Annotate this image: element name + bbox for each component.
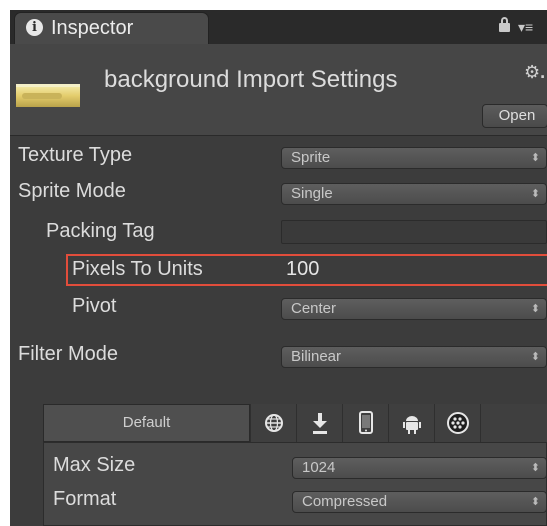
max-size-value: 1024: [302, 459, 336, 476]
max-size-label: Max Size: [53, 454, 136, 476]
tab-platform-blackberry[interactable]: [434, 404, 480, 442]
import-settings-header: background Import Settings ⚙. Open: [10, 44, 547, 136]
lock-icon[interactable]: [499, 17, 510, 33]
tab-inspector[interactable]: i Inspector: [14, 12, 209, 44]
tab-platform-android[interactable]: [388, 404, 434, 442]
packing-tag-field[interactable]: [281, 220, 547, 244]
packing-tag-label: Packing Tag: [46, 220, 155, 242]
tab-title: Inspector: [51, 17, 134, 39]
info-icon: i: [26, 19, 43, 36]
dropdown-arrows-icon: ⬍: [530, 351, 540, 363]
page-title: background Import Settings: [104, 66, 398, 93]
format-dropdown[interactable]: Compressed ⬍: [292, 491, 547, 513]
dropdown-arrows-icon: ⬍: [530, 496, 540, 508]
format-value: Compressed: [302, 493, 388, 510]
max-size-dropdown[interactable]: 1024 ⬍: [292, 457, 547, 479]
texture-type-label: Texture Type: [18, 144, 133, 166]
pivot-label: Pivot: [72, 295, 117, 317]
sprite-mode-label: Sprite Mode: [18, 180, 126, 202]
pixels-to-units-field[interactable]: 100: [286, 258, 319, 281]
pivot-value: Center: [291, 300, 337, 317]
texture-thumbnail: [16, 84, 80, 107]
filter-mode-label: Filter Mode: [18, 343, 119, 365]
android-icon: [403, 416, 421, 434]
gear-icon[interactable]: ⚙.: [524, 62, 545, 83]
dropdown-arrows-icon: ⬍: [530, 152, 540, 164]
sprite-mode-dropdown[interactable]: Single ⬍: [281, 183, 547, 205]
texture-type-dropdown[interactable]: Sprite ⬍: [281, 147, 547, 169]
tab-platform-web[interactable]: [250, 404, 296, 442]
pivot-dropdown[interactable]: Center ⬍: [281, 298, 547, 320]
tab-menu-icon[interactable]: ▾≡: [518, 19, 533, 36]
dropdown-arrows-icon: ⬍: [530, 303, 540, 315]
inspector-window: i Inspector ▾≡ background Import Setting…: [10, 10, 547, 526]
tab-platform-ios[interactable]: [342, 404, 388, 442]
phone-icon: [359, 411, 373, 434]
platform-tab-overflow: [480, 404, 547, 442]
texture-type-value: Sprite: [291, 149, 331, 166]
filter-mode-value: Bilinear: [291, 348, 342, 365]
download-icon: [313, 413, 327, 434]
tab-platform-standalone[interactable]: [296, 404, 342, 442]
filter-mode-dropdown[interactable]: Bilinear ⬍: [281, 346, 547, 368]
blackberry-icon: [447, 412, 469, 434]
pixels-to-units-label: Pixels To Units: [72, 258, 203, 280]
tab-default[interactable]: Default: [43, 404, 250, 442]
sprite-mode-value: Single: [291, 185, 333, 202]
dropdown-arrows-icon: ⬍: [530, 462, 540, 474]
globe-icon: [265, 414, 283, 432]
open-button[interactable]: Open: [482, 104, 547, 128]
format-label: Format: [53, 488, 117, 510]
dropdown-arrows-icon: ⬍: [530, 188, 540, 200]
tab-strip: i Inspector ▾≡: [10, 10, 547, 44]
